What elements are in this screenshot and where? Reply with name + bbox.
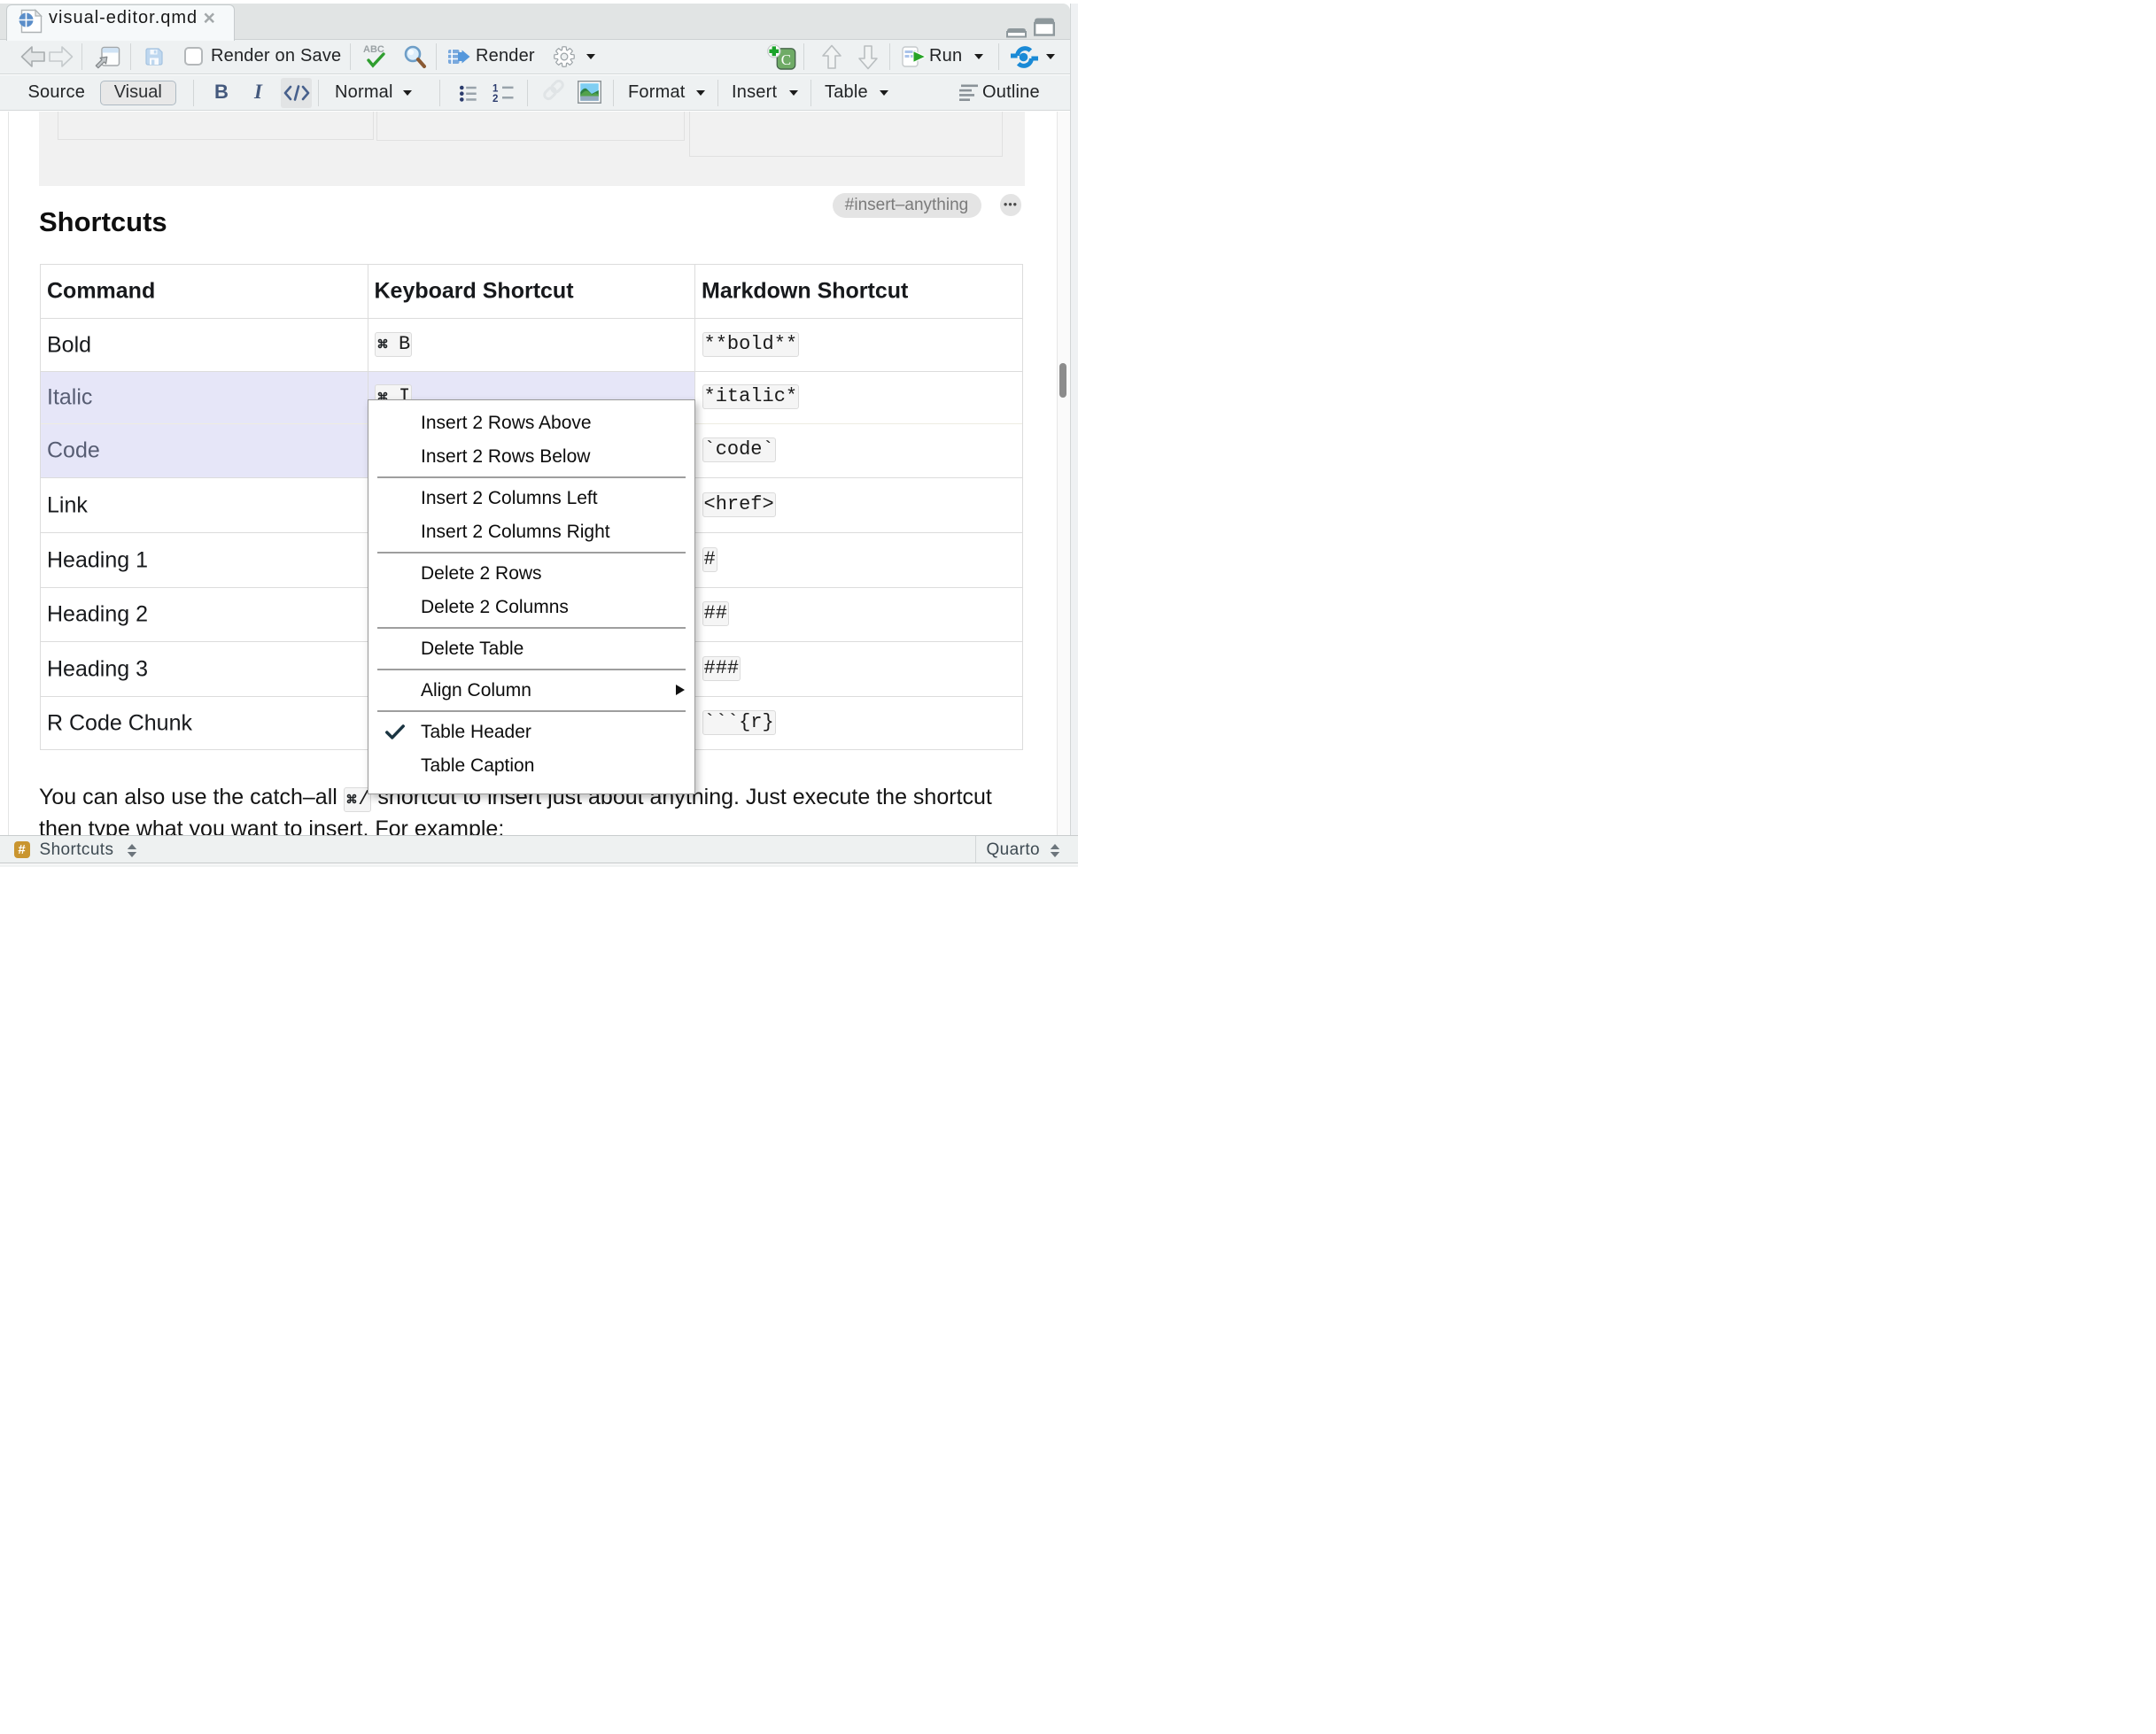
svg-text:C: C bbox=[780, 51, 790, 68]
svg-text:1: 1 bbox=[492, 83, 499, 94]
svg-text:2: 2 bbox=[492, 94, 498, 103]
svg-text:ABC: ABC bbox=[363, 44, 384, 55]
